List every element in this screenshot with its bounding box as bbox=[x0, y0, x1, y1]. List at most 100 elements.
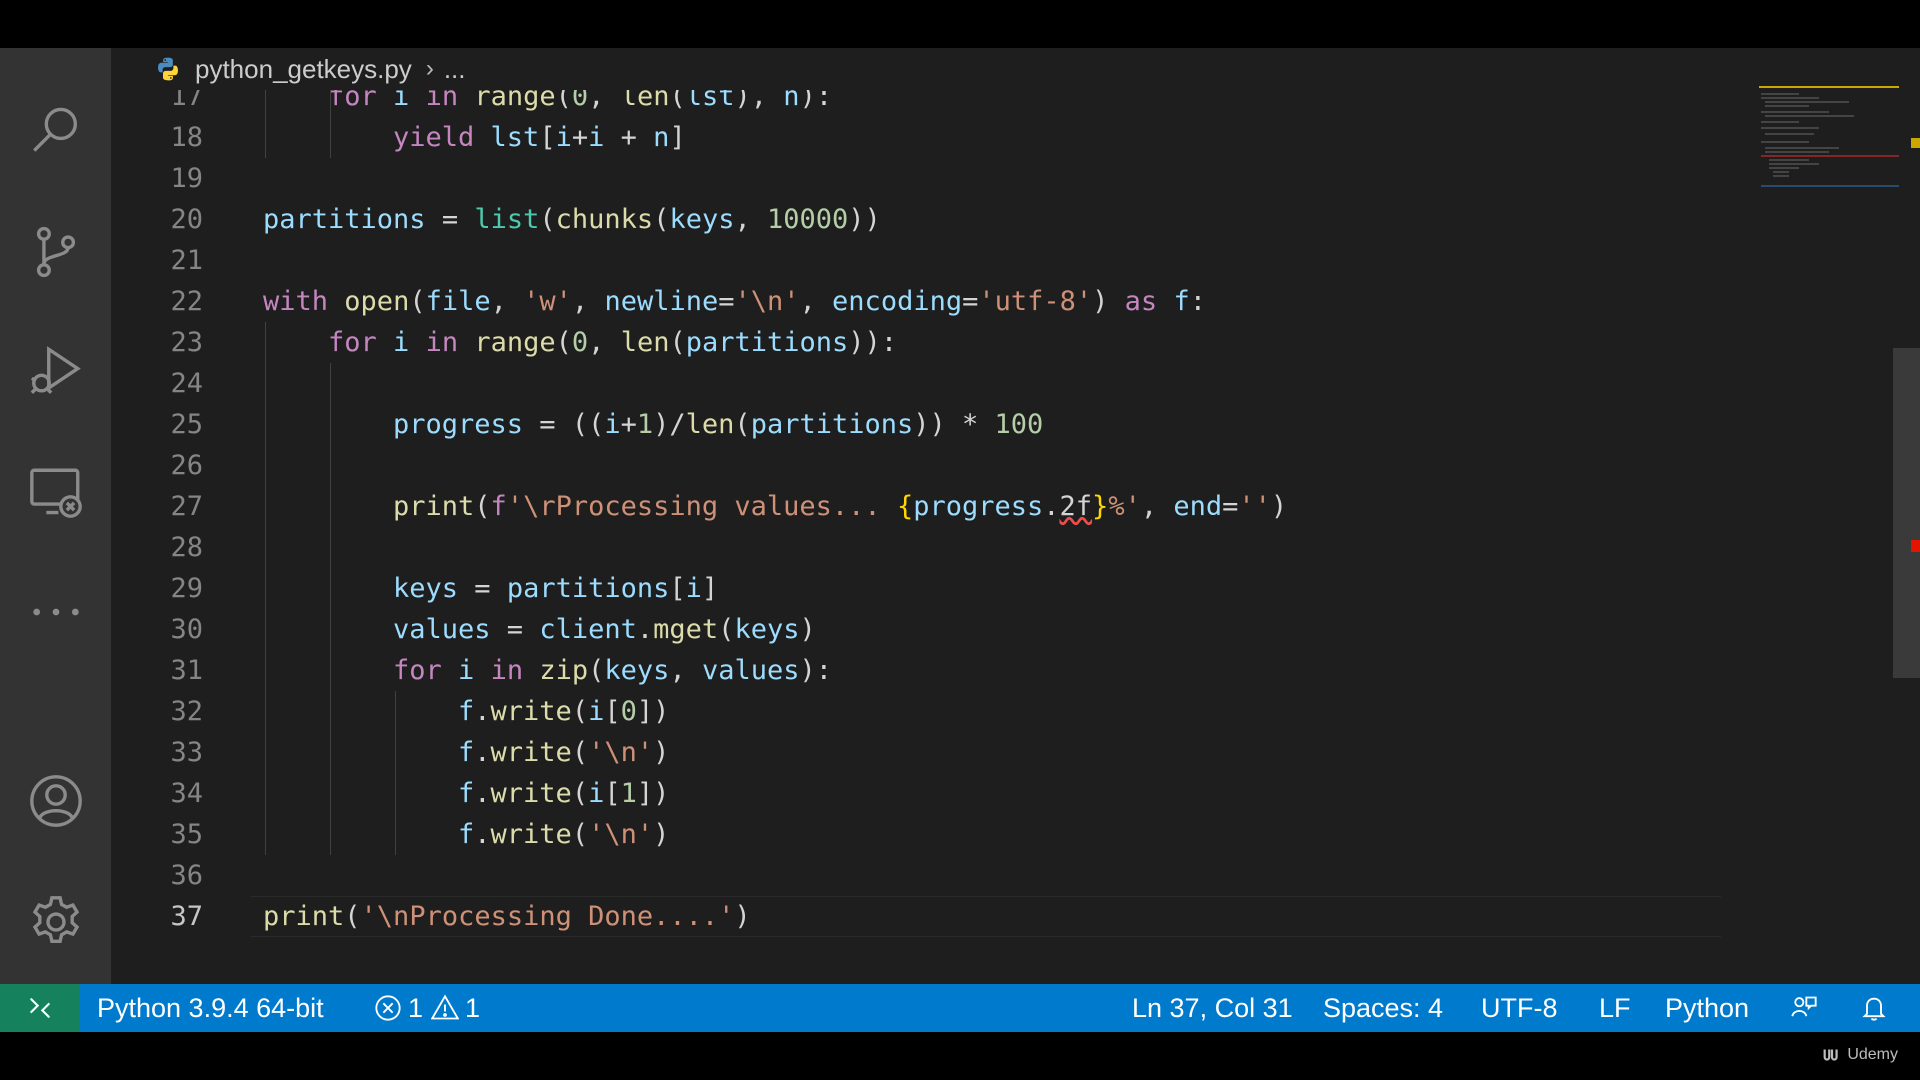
code-token: '\rProcessing values... bbox=[506, 491, 897, 522]
encoding[interactable]: UTF-8 bbox=[1481, 984, 1558, 1032]
code-line[interactable]: 35 f.write('\n') bbox=[111, 814, 1751, 855]
code-token: n bbox=[653, 122, 670, 153]
code-token: : bbox=[880, 327, 898, 358]
code-token: keys bbox=[604, 655, 670, 686]
code-token: = bbox=[962, 286, 979, 317]
code-line[interactable]: 31 for i in zip(keys, values): bbox=[111, 650, 1751, 691]
code-line[interactable]: 26 bbox=[111, 445, 1751, 486]
line-number: 36 bbox=[170, 860, 203, 891]
run-debug-icon[interactable] bbox=[0, 323, 111, 419]
code-line[interactable]: 22 with open(file, 'w', newline='\n', enc… bbox=[111, 281, 1751, 322]
breadcrumb-symbols[interactable]: ... bbox=[444, 54, 466, 85]
code-line[interactable]: 27 print(f'\rProcessing values... {progre… bbox=[111, 486, 1751, 527]
code-line[interactable]: 37 print('\nProcessing Done....') bbox=[111, 896, 1751, 937]
code-token: 'w' bbox=[523, 286, 572, 317]
feedback-icon[interactable] bbox=[1790, 984, 1818, 1032]
code-token: file bbox=[425, 286, 491, 317]
code-token: i bbox=[685, 573, 702, 604]
code-token: range bbox=[474, 327, 556, 358]
settings-gear-icon[interactable] bbox=[0, 874, 111, 970]
code-line[interactable]: 17 for i in range(0, len(lst), n): bbox=[111, 90, 1751, 117]
python-file-icon bbox=[158, 57, 178, 81]
problems-indicator[interactable]: 1 1 bbox=[374, 984, 480, 1032]
code-token: in bbox=[490, 655, 524, 686]
vertical-scrollbar[interactable] bbox=[1893, 348, 1920, 678]
code-line[interactable]: 24 bbox=[111, 363, 1751, 404]
line-number: 29 bbox=[170, 573, 203, 604]
code-token: )/ bbox=[653, 409, 686, 440]
more-icon[interactable] bbox=[0, 564, 111, 660]
line-number: 27 bbox=[170, 491, 203, 522]
code-token: 0 bbox=[620, 696, 637, 727]
remote-explorer-icon[interactable] bbox=[0, 444, 111, 540]
code-token: f bbox=[490, 491, 507, 522]
code-line[interactable]: 33 f.write('\n') bbox=[111, 732, 1751, 773]
code-token: i bbox=[604, 409, 621, 440]
line-number: 19 bbox=[170, 163, 203, 194]
code-token: . bbox=[636, 614, 654, 645]
code-line[interactable]: 29 keys = partitions[i] bbox=[111, 568, 1751, 609]
code-token: i bbox=[555, 122, 572, 153]
code-token: ( bbox=[588, 655, 605, 686]
code-token: , bbox=[588, 327, 621, 358]
code-token: open bbox=[344, 286, 410, 317]
code-line[interactable]: 28 bbox=[111, 527, 1751, 568]
code-token: zip bbox=[539, 655, 589, 686]
code-token: with bbox=[263, 286, 329, 317]
cursor-position[interactable]: Ln 37, Col 31 bbox=[1132, 984, 1293, 1032]
minimap[interactable] bbox=[1759, 86, 1899, 196]
chevron-right-icon: › bbox=[425, 55, 434, 82]
code-token: , bbox=[799, 286, 833, 317]
breadcrumb-file[interactable]: python_getkeys.py bbox=[195, 54, 412, 85]
indentation[interactable]: Spaces: 4 bbox=[1323, 984, 1443, 1032]
code-token: i bbox=[588, 122, 605, 153]
code-token: ): bbox=[799, 90, 833, 112]
code-line[interactable]: 20 partitions = list(chunks(keys, 10000)) bbox=[111, 199, 1751, 240]
code-token: for bbox=[393, 655, 442, 686]
code-token: i bbox=[458, 655, 475, 686]
code-token: ( bbox=[718, 614, 735, 645]
line-number: 28 bbox=[170, 532, 203, 563]
language-mode[interactable]: Python bbox=[1665, 984, 1749, 1032]
code-line[interactable]: 25 progress = ((i+1)/len(partitions)) * 1… bbox=[111, 404, 1751, 445]
code-token: client bbox=[539, 614, 637, 645]
code-token: for bbox=[328, 327, 377, 358]
code-line[interactable]: 30 values = client.mget(keys) bbox=[111, 609, 1751, 650]
code-token: '\nProcessing Done....' bbox=[360, 901, 735, 932]
code-token: )) bbox=[848, 204, 881, 235]
code-token: } bbox=[1092, 491, 1109, 522]
code-token: [ bbox=[604, 778, 621, 809]
code-line[interactable]: 34 f.write(i[1]) bbox=[111, 773, 1751, 814]
code-token: 0 bbox=[571, 90, 589, 112]
python-interpreter[interactable]: Python 3.9.4 64-bit bbox=[97, 984, 324, 1032]
end-of-line[interactable]: LF bbox=[1599, 984, 1631, 1032]
code-token: = bbox=[458, 573, 507, 604]
source-control-icon[interactable] bbox=[0, 204, 111, 300]
code-token: i bbox=[588, 696, 605, 727]
code-token: ) bbox=[1270, 491, 1288, 522]
indent-guide bbox=[330, 363, 331, 855]
remote-indicator[interactable] bbox=[0, 984, 80, 1032]
code-token: 0 bbox=[571, 327, 589, 358]
code-line[interactable]: 18 yield lst[i+i + n] bbox=[111, 117, 1751, 158]
code-line[interactable]: 19 bbox=[111, 158, 1751, 199]
code-line[interactable]: 36 bbox=[111, 855, 1751, 896]
line-content: f.write(i[1]) bbox=[458, 773, 669, 814]
code-editor[interactable]: 17 for i in range(0, len(lst), n): 18 yield… bbox=[111, 90, 1751, 984]
code-line[interactable]: 21 bbox=[111, 240, 1751, 281]
account-icon[interactable] bbox=[0, 753, 111, 849]
code-line[interactable]: 23 for i in range(0, len(partitions)): bbox=[111, 322, 1751, 363]
notifications-bell-icon[interactable] bbox=[1860, 984, 1888, 1032]
search-icon[interactable] bbox=[0, 82, 111, 178]
code-token: lst bbox=[490, 122, 540, 153]
code-token: in bbox=[425, 327, 459, 358]
code-token: [ bbox=[669, 573, 686, 604]
code-token: + bbox=[620, 409, 637, 440]
code-line[interactable]: 32 f.write(i[0]) bbox=[111, 691, 1751, 732]
code-token: = bbox=[1222, 491, 1239, 522]
